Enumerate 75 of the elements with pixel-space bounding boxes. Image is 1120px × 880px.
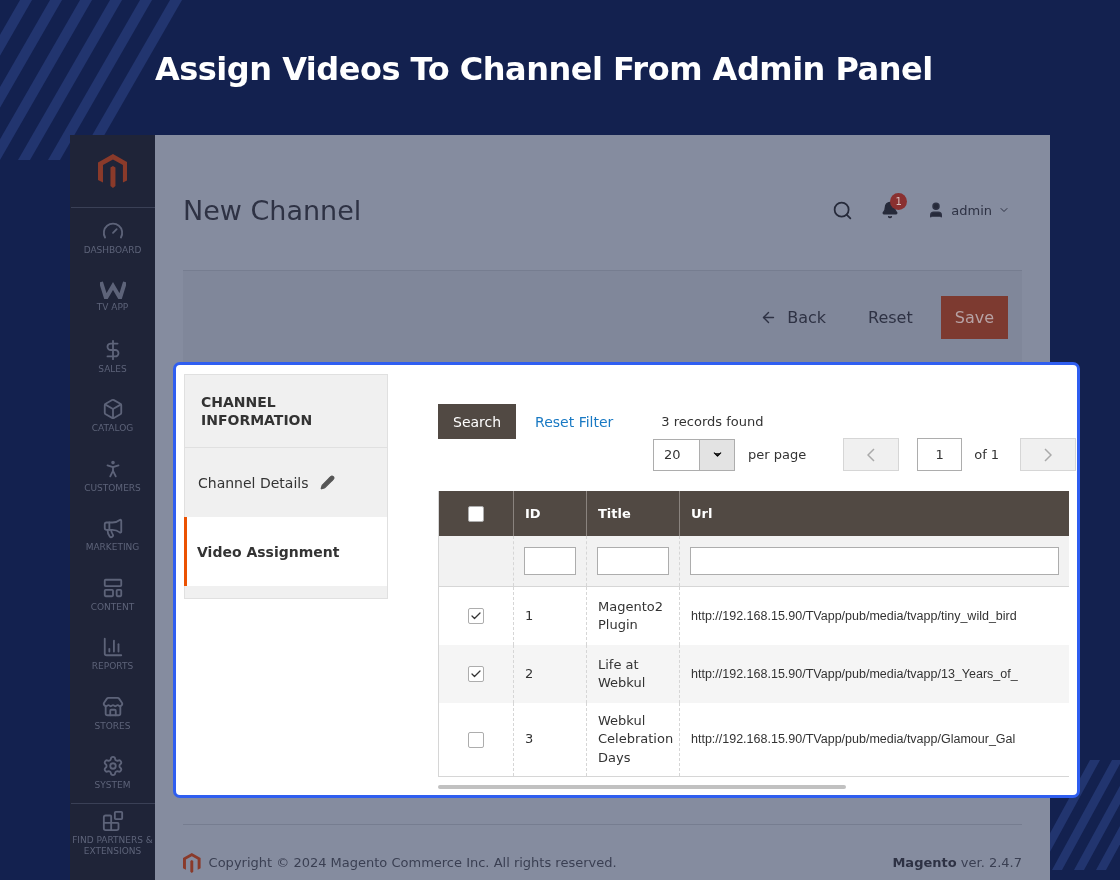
chevron-left-icon [867,447,876,462]
megaphone-icon [101,517,124,540]
select-all-checkbox[interactable] [468,505,484,522]
version-text: Magento ver. 2.4.7 [892,855,1022,870]
table-cell: 3 [513,703,587,777]
sidebar-item[interactable]: CUSTOMERS [70,446,155,506]
logo-icon [183,852,201,873]
sidebar-item[interactable]: SYSTEM [70,743,155,803]
column-header[interactable]: ID [513,491,587,536]
table-cell: 2 [513,645,587,703]
sidebar-label: TV APP [96,302,129,314]
sidebar-label: SALES [98,363,127,375]
back-button[interactable]: Back [746,295,840,339]
reset-button[interactable]: Reset [854,295,927,339]
table-cell: http://192.168.15.90/TVapp/pub/media/tvapp/13_Years_of_ [691,666,1018,681]
search-button[interactable]: Search [438,404,517,439]
notification-badge: 1 [890,193,908,210]
row-checkbox[interactable] [468,731,484,748]
filter-input[interactable] [597,547,669,575]
table-cell: Webkul Celebration Days [586,703,680,777]
sidebar-item[interactable]: MARKETING [70,505,155,565]
sidebar-item[interactable]: STORES [70,684,155,744]
page-input[interactable]: 1 [917,438,963,471]
per-page-label: per page [748,447,807,462]
sidebar-item[interactable]: TV APP [70,267,155,327]
bar-chart-icon [101,636,124,659]
sidebar-label: REPORTS [91,661,134,673]
logo-icon [97,154,128,188]
next-page-button[interactable] [1020,438,1077,471]
sidebar-label: CATALOG [91,423,134,435]
table-cell: 1 [513,586,587,645]
blocks-icon [101,810,124,833]
sidebar-item[interactable]: SALES [70,327,155,387]
row-checkbox[interactable] [468,666,484,683]
table-cell: Magento2 Plugin [586,586,680,645]
user-menu[interactable]: admin [927,201,1010,219]
sidebar-item[interactable]: CATALOG [70,386,155,446]
sidebar-label: CUSTOMERS [84,482,141,494]
save-button[interactable]: Save [940,295,1008,339]
page-title: New Channel [183,194,363,226]
column-header[interactable]: Url [679,491,1069,536]
box-icon [101,398,124,421]
table-cell: http://192.168.15.90/TVapp/pub/media/tvapp/Glamour_Gal [691,732,1016,747]
gear-icon [101,755,124,778]
chevron-right-icon [1044,447,1053,462]
sidebar-item[interactable]: DASHBOARD [70,208,155,268]
table-cell: http://192.168.15.90/TVapp/pub/media/tvapp/tiny_wild_bird [691,608,1017,623]
scrollbar[interactable] [438,785,846,789]
sidebar-item[interactable]: FIND PARTNERS & EXTENSIONS [70,804,155,864]
table-cell: Life at Webkul [586,645,680,703]
pencil-icon [320,475,336,491]
sidebar-label: DASHBOARD [83,244,142,256]
page-size-select[interactable]: 20 [653,438,735,471]
sidebar-label: MARKETING [85,542,140,554]
tab[interactable]: Video Assignment [184,517,387,587]
copyright-text: Copyright © 2024 Magento Commerce Inc. All rights reserved. [208,855,617,870]
sidebar-label: SYSTEM [94,780,131,792]
page-total: of 1 [974,447,1000,462]
w-logo-icon [99,281,126,300]
records-count: 3 records found [661,414,764,429]
filter-input[interactable] [524,547,576,575]
reset-filter-link[interactable]: Reset Filter [535,413,614,430]
row-checkbox[interactable] [468,608,484,625]
sidebar-label: STORES [94,720,131,732]
previous-page-button[interactable] [843,438,900,471]
sidebar-label: CONTENT [90,601,135,613]
search-icon[interactable] [832,199,854,221]
headline: Assign Videos To Channel From Admin Panel [154,49,934,90]
filter-input[interactable] [690,547,1059,575]
sidebar-item[interactable]: CONTENT [70,565,155,625]
sidebar-item[interactable]: REPORTS [70,624,155,684]
store-icon [101,695,124,718]
sidebar-label: FIND PARTNERS & EXTENSIONS [71,835,154,858]
column-header[interactable]: Title [586,491,680,536]
layout-icon [101,576,124,599]
